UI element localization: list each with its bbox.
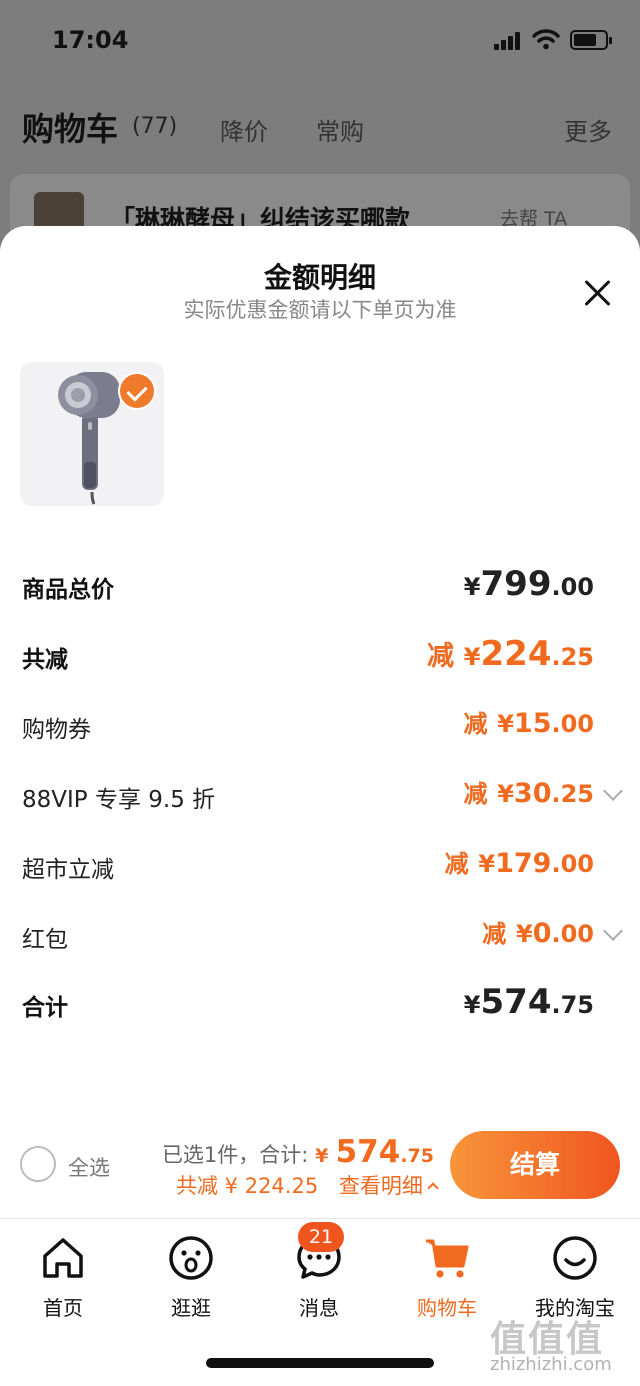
cellular-signal-icon [494, 30, 524, 50]
amount-detail-sheet: 金额明细 实际优惠金额请以下单页为准 商品总价 ¥799.00 共减 减 ¥22… [0, 226, 640, 1386]
row-total-discount: 共减 减 ¥224.25 [22, 634, 594, 678]
row-subtotal: 商品总价 ¥799.00 [22, 564, 594, 608]
row-label: 合计 [22, 995, 68, 1021]
tab-stroll[interactable]: 逛逛 [136, 1234, 246, 1324]
sheet-title: 金额明细 [263, 261, 376, 294]
row-88vip[interactable]: 88VIP 专享 9.5 折 减 ¥30.25 [22, 774, 623, 818]
row-red-packet[interactable]: 红包 减 ¥0.00 [22, 914, 623, 958]
cart-header: 购物车 (77) 降价 常购 更多 [22, 100, 622, 150]
select-all-label[interactable]: 全选 [68, 1152, 110, 1182]
row-total: 合计 ¥574.75 [22, 982, 594, 1026]
row-label: 红包 [22, 927, 68, 953]
close-icon[interactable] [582, 278, 612, 308]
row-coupon: 购物券 减 ¥15.00 [22, 704, 594, 748]
row-label: 共减 [22, 647, 68, 673]
chevron-down-icon[interactable] [603, 781, 623, 801]
row-supermarket: 超市立减 减 ¥179.00 [22, 844, 594, 888]
cart-count: (77) [132, 114, 178, 139]
status-bar: 17:04 [0, 0, 640, 80]
tab-home[interactable]: 首页 [8, 1234, 118, 1324]
row-value: 减 ¥30.25 [463, 778, 594, 809]
cart-icon [426, 1239, 469, 1278]
selected-check-icon[interactable] [118, 372, 156, 410]
row-value: 减 ¥179.00 [444, 848, 594, 879]
stroll-face-icon [169, 1236, 213, 1280]
status-time: 17:04 [52, 26, 129, 54]
row-value: 减 ¥15.00 [463, 708, 594, 739]
sheet-subtitle: 实际优惠金额请以下单页为准 [183, 298, 457, 322]
row-value: 减 ¥224.25 [427, 634, 594, 674]
row-label: 购物券 [22, 717, 91, 743]
smile-face-icon [553, 1236, 597, 1280]
chevron-up-icon[interactable] [427, 1182, 439, 1194]
row-label: 商品总价 [22, 577, 114, 603]
home-icon [43, 1238, 83, 1278]
watermark-site: zhizhizhi.com [490, 1354, 612, 1375]
selected-summary: 已选1件，合计: ¥ 574.75 [161, 1134, 434, 1170]
wifi-icon [532, 29, 560, 50]
discount-summary[interactable]: 共减 ¥ 224.25 查看明细 [176, 1170, 439, 1200]
battery-icon [570, 30, 612, 50]
tab-messages[interactable]: 21 消息 [264, 1222, 374, 1324]
discount-text: 共减 ¥ 224.25 [176, 1174, 319, 1198]
cart-title: 购物车 [22, 110, 119, 148]
tab-cart[interactable]: 购物车 [392, 1234, 502, 1324]
tabbar-divider [0, 1218, 640, 1219]
row-value: ¥574.75 [463, 982, 594, 1022]
more-button[interactable]: 更多 [564, 112, 612, 147]
chevron-down-icon[interactable] [603, 921, 623, 941]
view-detail-link[interactable]: 查看明细 [339, 1174, 423, 1198]
row-value: 减 ¥0.00 [482, 918, 594, 949]
row-value: ¥799.00 [463, 564, 594, 604]
tab-frequent[interactable]: 常购 [316, 112, 364, 147]
checkout-button[interactable]: 结算 [450, 1131, 620, 1199]
row-label: 88VIP 专享 9.5 折 [22, 787, 216, 813]
message-badge: 21 [298, 1222, 344, 1252]
select-all-checkbox[interactable] [20, 1146, 56, 1182]
home-indicator[interactable] [206, 1358, 434, 1368]
row-label: 超市立减 [22, 857, 114, 883]
tab-price-drop[interactable]: 降价 [220, 112, 268, 147]
